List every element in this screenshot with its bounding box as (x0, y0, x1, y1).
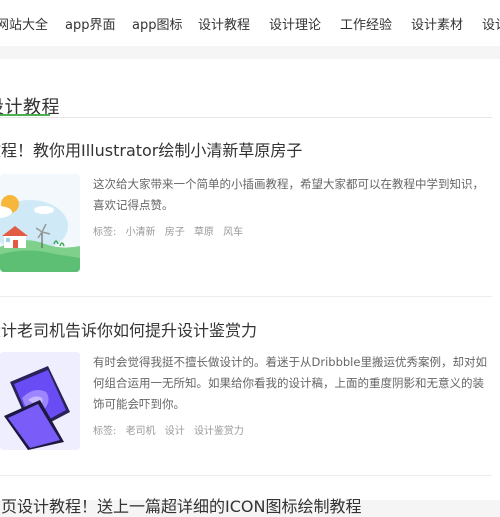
article-description: 这次给大家带来一个简单的小插画教程，希望大家都可以在教程中学到知识，喜欢记得点赞… (93, 177, 484, 212)
nav-item-website-directory[interactable]: 网站大全 (0, 14, 48, 33)
top-navigation: 网站大全 app界面 app图标 设计教程 设计理论 工作经验 设计素材 设计 (0, 0, 500, 46)
article-divider (0, 296, 492, 297)
article-title[interactable]: 教程！教你用Illustrator绘制小清新草原房子 (0, 137, 302, 161)
article-title[interactable]: 网页设计教程！送上一篇超详细的ICON图标绘制教程 (0, 493, 361, 517)
nav-item-app-interface[interactable]: app界面 (65, 14, 115, 33)
article-thumbnail-grassland-house[interactable] (0, 174, 80, 272)
tags-label: 标签: (93, 426, 117, 437)
tag-link[interactable]: 设计鉴赏力 (194, 426, 244, 437)
section-divider (0, 117, 492, 118)
nav-item-design-theory[interactable]: 设计理论 (269, 14, 321, 33)
tag-link[interactable]: 小清新 (126, 227, 156, 238)
nav-item-design-tutorial[interactable]: 设计教程 (198, 14, 250, 33)
article-tags: 标签: 老司机 设计 设计鉴赏力 (93, 422, 250, 437)
nav-item-work-experience[interactable]: 工作经验 (340, 14, 392, 33)
tag-link[interactable]: 老司机 (126, 426, 156, 437)
tag-link[interactable]: 草原 (194, 227, 214, 238)
tag-link[interactable]: 设计 (165, 426, 185, 437)
section-title-underline (0, 114, 50, 116)
nav-item-design-more[interactable]: 设计 (482, 14, 500, 33)
article-title[interactable]: 设计老司机告诉你如何提升设计鉴赏力 (0, 317, 257, 341)
article-thumbnail-phone-mockup[interactable] (0, 352, 80, 450)
grassland-house-illustration (0, 174, 80, 272)
tag-link[interactable]: 风车 (223, 227, 243, 238)
article-divider (0, 475, 492, 476)
nav-item-design-assets[interactable]: 设计素材 (411, 14, 463, 33)
tag-link[interactable]: 房子 (165, 227, 185, 238)
article-tags: 标签: 小清新 房子 草原 风车 (93, 223, 249, 238)
nav-item-app-icon[interactable]: app图标 (132, 14, 182, 33)
tags-label: 标签: (93, 227, 117, 238)
phone-mockup-illustration (0, 352, 80, 450)
article-description: 有时会觉得我挺不擅长做设计的。着迷于从Dribbble里搬运优秀案例，却对如何组… (93, 355, 487, 411)
